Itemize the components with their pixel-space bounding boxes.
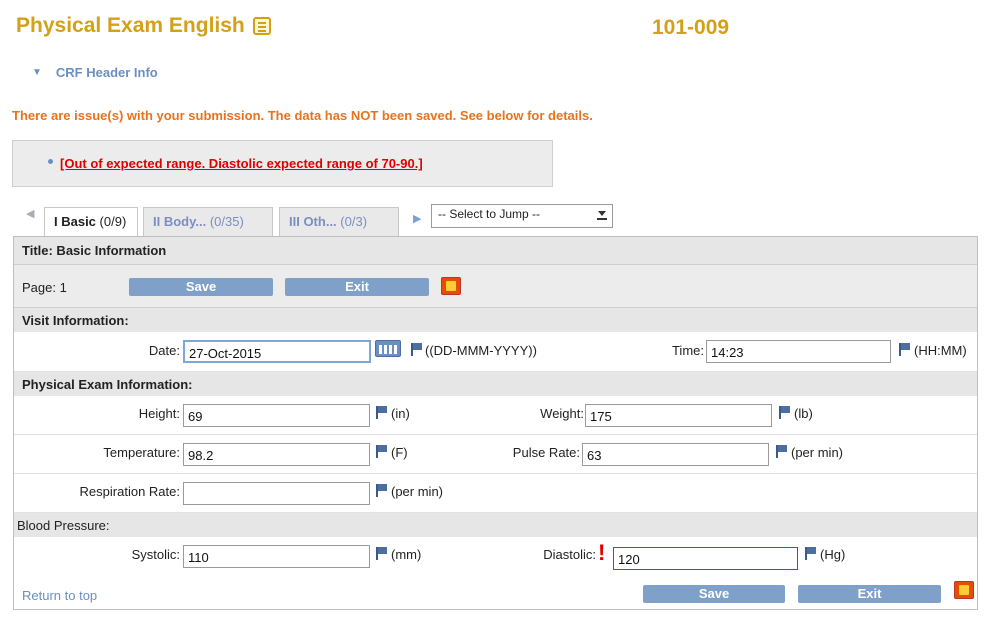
issue-box: [Out of expected range. Diastolic expect… [12,140,553,187]
section-visit: Visit Information: [14,308,977,332]
date-label: Date: [148,343,180,358]
systolic-label: Systolic: [131,547,180,562]
form-panel: Title: Basic Information Page: 1 Save Ex… [13,236,978,610]
row-temp-pulse: Temperature: 98.2 (F) Pulse Rate: 63 (pe… [14,435,977,474]
tab-other[interactable]: III Oth... (0/3) [279,207,399,237]
tab-basic[interactable]: I Basic (0/9) [44,207,138,238]
respiration-unit: (per min) [391,484,444,499]
time-label: Time: [671,343,704,358]
return-to-top-link[interactable]: Return to top [22,588,97,603]
pulse-label: Pulse Rate: [512,445,580,460]
temperature-label: Temperature: [103,445,180,460]
time-field[interactable]: 14:23 [706,340,891,363]
respiration-label: Respiration Rate: [79,484,180,499]
error-icon: ! [598,540,606,565]
row-bp: Systolic: 110 (mm) Diastolic: ! 120 (Hg) [14,537,977,577]
weight-unit: (lb) [794,406,813,421]
bullet-icon [48,159,53,164]
tab-other-label: III Oth... [289,214,337,229]
weight-field[interactable]: 175 [585,404,772,427]
weight-label: Weight: [540,406,584,421]
flag-icon[interactable] [899,343,911,356]
tab-basic-count: (0/9) [99,214,127,229]
height-field[interactable]: 69 [183,404,370,427]
diastolic-field[interactable]: 120 [613,547,798,570]
systolic-unit: (mm) [391,547,422,562]
chevron-down-icon: ▼ [32,67,42,78]
tab-body[interactable]: II Body... (0/35) [143,207,273,237]
height-unit: (in) [391,406,410,421]
tab-other-count: (0/3) [340,214,368,229]
flag-icon[interactable] [376,547,388,560]
row-visit: Date: 27-Oct-2015 ((DD-MMM-YYYY)) Time: … [14,332,977,372]
note-icon[interactable] [441,277,461,295]
flag-icon[interactable] [376,406,388,419]
flag-icon[interactable] [411,343,423,356]
calendar-icon[interactable] [375,340,401,357]
section-bp: Blood Pressure: [14,513,977,537]
time-unit: (HH:MM) [914,343,967,358]
section-physical: Physical Exam Information: [14,372,977,396]
height-label: Height: [138,406,180,421]
respiration-field[interactable] [183,482,370,505]
date-field[interactable]: 27-Oct-2015 [183,340,371,363]
form-title: Title: Basic Information [14,237,977,265]
diastolic-label: Diastolic: [543,547,596,562]
tab-next-icon[interactable]: ▶ [413,212,421,225]
jump-select[interactable]: -- Select to Jump -- [431,204,613,228]
page-title-text: Physical Exam English [16,14,245,37]
jump-select-value: -- Select to Jump -- [438,207,541,221]
flag-icon[interactable] [805,547,817,560]
row-respiration: Respiration Rate: (per min) [14,474,977,513]
pulse-unit: (per min) [791,445,844,460]
flag-icon[interactable] [776,445,788,458]
tab-body-label: II Body... [153,214,207,229]
exit-button[interactable]: Exit [285,278,429,296]
note-icon[interactable] [252,17,271,35]
save-button[interactable]: Save [129,278,273,296]
page-bar: Page: 1 Save Exit [14,265,977,308]
date-unit: ((DD-MMM-YYYY)) [425,343,537,358]
dropdown-arrow-icon [597,210,607,220]
error-message: There are issue(s) with your submission.… [12,108,593,123]
diastolic-unit: (Hg) [820,547,846,562]
row-height-weight: Height: 69 (in) Weight: 175 (lb) [14,396,977,435]
subject-id: 101-009 [652,16,730,39]
temperature-unit: (F) [391,445,408,460]
tab-basic-label: I Basic [54,214,96,229]
crf-header-toggle[interactable]: ▼ CRF Header Info [32,65,158,80]
temperature-field[interactable]: 98.2 [183,443,370,466]
flag-icon[interactable] [779,406,791,419]
tab-prev-icon[interactable]: ◀ [26,207,34,220]
crf-header-label: CRF Header Info [55,65,158,80]
issue-link[interactable]: [Out of expected range. Diastolic expect… [60,156,423,171]
flag-icon[interactable] [376,445,388,458]
flag-icon[interactable] [376,484,388,497]
tab-body-count: (0/35) [209,214,244,229]
save-button[interactable]: Save [643,585,785,603]
page-title: Physical Exam English [16,14,271,38]
exit-button[interactable]: Exit [798,585,941,603]
pulse-field[interactable]: 63 [582,443,769,466]
systolic-field[interactable]: 110 [183,545,370,568]
page-label: Page: 1 [22,280,67,295]
note-icon[interactable] [954,581,974,599]
